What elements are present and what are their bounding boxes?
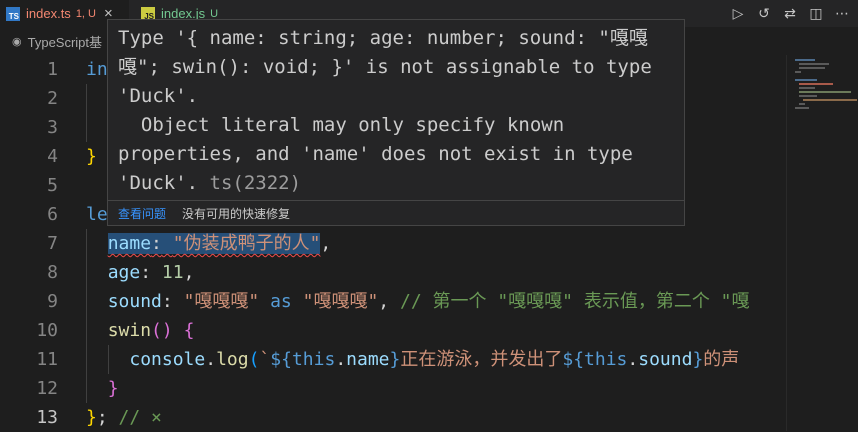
- code-comment: // 第一个 "嘎嘎嘎" 表示值，第二个 "嘎: [399, 291, 750, 312]
- error-code: ts(2322): [209, 172, 302, 194]
- keyword: le: [86, 204, 108, 225]
- line-number: 10: [36, 320, 58, 341]
- compare-changes-icon[interactable]: ⇄: [780, 4, 800, 24]
- code-line: console.log(`${this.name}正在游泳，并发出了${this…: [86, 345, 786, 374]
- line-number: 11: [36, 349, 58, 370]
- more-actions-icon[interactable]: ⋯: [832, 4, 852, 24]
- line-number: 6: [47, 204, 58, 225]
- line-number: 3: [47, 117, 58, 138]
- line-number: 8: [47, 262, 58, 283]
- code-line: }; // ×: [86, 407, 162, 428]
- code-line: age: 11,: [86, 258, 786, 287]
- breadcrumb[interactable]: ◉ TypeScript基: [0, 27, 102, 55]
- no-quick-fix-label: 没有可用的快速修复: [182, 206, 291, 221]
- line-number: 1: [47, 59, 58, 80]
- run-icon[interactable]: ▷: [728, 4, 748, 24]
- line-number: 7: [47, 233, 58, 254]
- symbol-icon: ◉: [12, 35, 22, 48]
- error-message: Type '{ name: string; age: number; sound…: [118, 27, 652, 194]
- line-number-current: 13: [36, 407, 58, 428]
- split-editor-icon[interactable]: ◫: [806, 4, 826, 24]
- code-line: name: "伪装成鸭子的人",: [86, 229, 786, 258]
- editor-actions: ▷ ↺ ⇄ ◫ ⋯: [728, 0, 858, 27]
- timeline-icon[interactable]: ↺: [754, 4, 774, 24]
- breadcrumb-item[interactable]: TypeScript基: [28, 32, 102, 51]
- tab-badge: 1, U: [75, 7, 96, 20]
- minimap[interactable]: [786, 55, 858, 431]
- line-number: 4: [47, 146, 58, 167]
- keyword: in: [86, 59, 108, 80]
- typescript-file-icon: TS: [6, 6, 20, 21]
- tab-label: index.ts: [26, 6, 71, 21]
- view-problem-link[interactable]: 查看问题: [118, 205, 166, 222]
- error-hover-popup: Type '{ name: string; age: number; sound…: [107, 19, 685, 226]
- line-number: 9: [47, 291, 58, 312]
- code-line: }: [86, 374, 786, 403]
- brace: }: [86, 146, 97, 167]
- code-line: swin() {: [86, 316, 786, 345]
- line-number-gutter: 1 2 3 4 5 6 7 8 9 10 11 12 13: [0, 55, 70, 432]
- line-number: 2: [47, 88, 58, 109]
- code-line: sound: "嘎嘎嘎" as "嘎嘎嘎", // 第一个 "嘎嘎嘎" 表示值，…: [86, 287, 786, 316]
- code-comment: // ×: [107, 407, 162, 428]
- error-property: name: "伪装成鸭子的人": [107, 233, 321, 254]
- tab-badge: U: [210, 7, 219, 20]
- line-number: 12: [36, 378, 58, 399]
- hover-status-bar: 查看问题 没有可用的快速修复: [108, 200, 684, 225]
- line-number: 5: [47, 175, 58, 196]
